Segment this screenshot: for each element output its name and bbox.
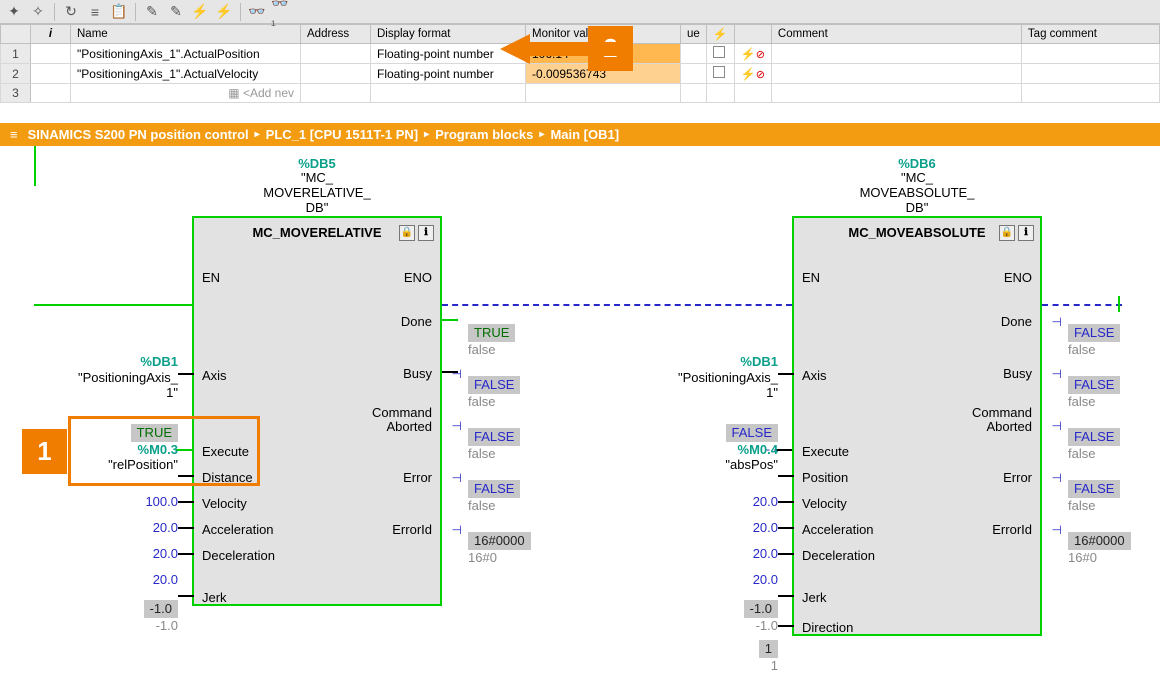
col-tagcomment: Tag comment bbox=[1021, 25, 1159, 44]
callout-1: 1 bbox=[22, 429, 67, 474]
watch-row-add[interactable]: 3 ▦ <Add nev bbox=[1, 84, 1160, 103]
block-title: MC_MOVEABSOLUTE bbox=[848, 225, 985, 240]
tool-icon[interactable]: ⚡ bbox=[214, 3, 234, 21]
tool-icon[interactable]: ⚡ bbox=[190, 3, 210, 21]
glasses-icon[interactable]: 👓 bbox=[247, 3, 267, 21]
bc-item[interactable]: SINAMICS S200 PN position control bbox=[28, 127, 249, 142]
col-comment: Comment bbox=[771, 25, 1021, 44]
tool-icon[interactable]: ✦ bbox=[4, 3, 24, 21]
tool-icon[interactable]: ≡ bbox=[85, 3, 105, 21]
lock-icon[interactable]: 🔒 bbox=[399, 225, 415, 241]
col: ue bbox=[681, 25, 707, 44]
program-area: %DB5 "MC_ MOVERELATIVE_ DB" MC_MOVERELAT… bbox=[0, 146, 1160, 186]
tool-icon[interactable]: ✧ bbox=[28, 3, 48, 21]
lock-icon[interactable]: 🔒 bbox=[999, 225, 1015, 241]
power-rail bbox=[34, 304, 192, 306]
watch-toolbar: ✦ ✧ ↻ ≡ 📋 ✎ ✎ ⚡ ⚡ 👓 👓₁ bbox=[0, 0, 1160, 24]
tool-icon[interactable]: ✎ bbox=[166, 3, 186, 21]
callout-2-arrow bbox=[500, 24, 640, 74]
block-title: MC_MOVERELATIVE bbox=[252, 225, 381, 240]
breadcrumb: ≡ SINAMICS S200 PN position control ▸ PL… bbox=[0, 123, 1160, 146]
tool-icon[interactable]: 📋 bbox=[109, 3, 129, 21]
db-name: "MC_ MOVERELATIVE_ DB" bbox=[192, 171, 442, 216]
axis-db: %DB1 bbox=[20, 354, 178, 370]
bc-item[interactable]: Main [OB1] bbox=[550, 127, 619, 142]
fb-block-moveabsolute[interactable]: MC_MOVEABSOLUTE 🔒ℹ EN ENO Axis Execute -… bbox=[792, 216, 1042, 636]
watch-addnew[interactable]: ▦ <Add nev bbox=[71, 84, 301, 103]
info-icon[interactable]: ℹ bbox=[418, 225, 434, 241]
watch-name: "PositioningAxis_1".ActualPosition bbox=[71, 44, 301, 64]
db-name: "MC_ MOVEABSOLUTE_ DB" bbox=[792, 171, 1042, 216]
col-name: Name bbox=[71, 25, 301, 44]
eno-wire bbox=[1042, 304, 1122, 306]
callout-1-box bbox=[68, 416, 260, 486]
col-address: Address bbox=[301, 25, 371, 44]
tool-icon[interactable]: ↻ bbox=[61, 3, 81, 21]
checkbox[interactable] bbox=[713, 66, 725, 78]
axis-name: "PositioningAxis_ 1" bbox=[20, 370, 178, 401]
db-id: %DB5 bbox=[192, 156, 442, 171]
fb-block-moverelative[interactable]: MC_MOVERELATIVE 🔒ℹ EN ENO Axis Execute D… bbox=[192, 216, 442, 606]
glasses-icon[interactable]: 👓₁ bbox=[271, 3, 291, 21]
watch-name: "PositioningAxis_1".ActualVelocity bbox=[71, 64, 301, 84]
db-id: %DB6 bbox=[792, 156, 1042, 171]
tool-icon[interactable]: ✎ bbox=[142, 3, 162, 21]
info-icon[interactable]: ℹ bbox=[1018, 225, 1034, 241]
eno-wire bbox=[442, 304, 792, 306]
bc-item[interactable]: Program blocks bbox=[435, 127, 533, 142]
bc-item[interactable]: PLC_1 [CPU 1511T-1 PN] bbox=[266, 127, 418, 142]
checkbox[interactable] bbox=[713, 46, 725, 58]
